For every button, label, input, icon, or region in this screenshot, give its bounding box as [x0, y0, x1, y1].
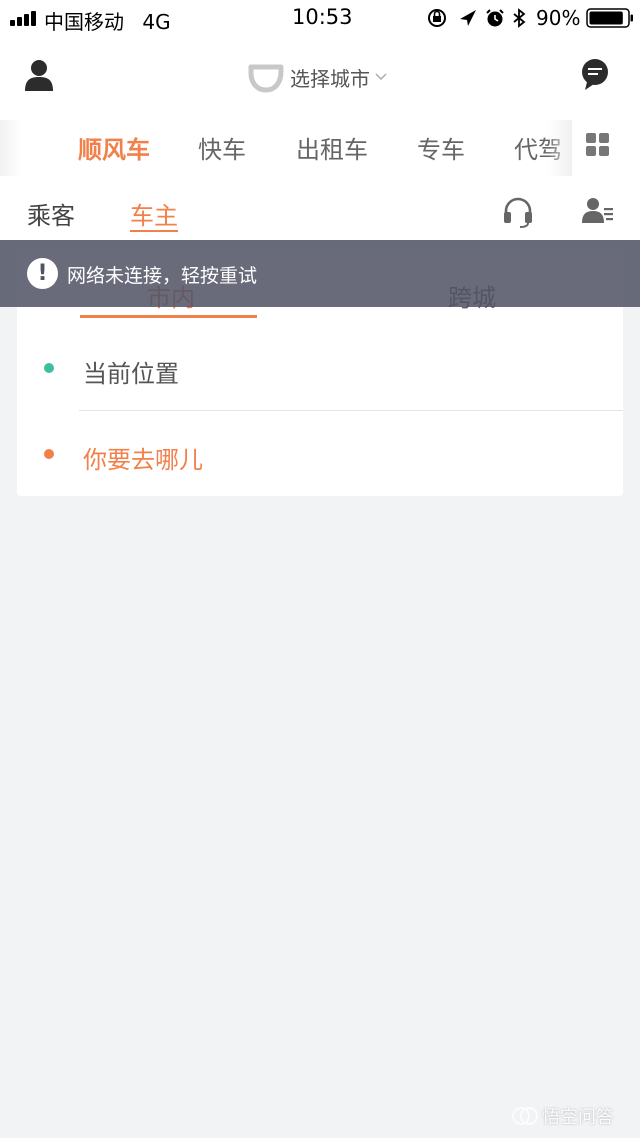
alarm-icon: [486, 9, 504, 27]
battery-percent: 90%: [536, 6, 581, 30]
tab-express[interactable]: 快车: [198, 130, 246, 165]
wukong-logo-icon: [512, 1107, 538, 1125]
battery-icon: [586, 8, 633, 28]
watermark-text: 悟空问答: [542, 1107, 614, 1128]
destination-row[interactable]: 你要去哪儿: [17, 424, 623, 484]
city-select-label: 选择城市: [290, 66, 370, 91]
chevron-down-icon: [375, 73, 387, 81]
grid-icon[interactable]: [586, 133, 610, 157]
network-error-message: 网络未连接，轻按重试: [67, 265, 258, 287]
card-tab-indicator: [80, 315, 257, 318]
destination-label: 你要去哪儿: [83, 446, 203, 474]
exclamation-icon: !: [27, 258, 58, 289]
driver-profile-icon[interactable]: [582, 196, 614, 226]
origin-row[interactable]: 当前位置: [17, 338, 623, 398]
role-tab-indicator: [130, 230, 178, 232]
bluetooth-icon: [513, 8, 526, 28]
tab-hitch-ride[interactable]: 顺风车: [78, 130, 150, 165]
destination-dot-icon: [44, 449, 54, 459]
tab-taxi[interactable]: 出租车: [296, 130, 368, 165]
orientation-lock-icon: [428, 9, 446, 27]
didi-logo-icon: [248, 64, 284, 93]
origin-label: 当前位置: [83, 360, 179, 388]
city-selector[interactable]: 选择城市: [248, 60, 388, 94]
signal-icon: [10, 10, 40, 26]
carrier-name: 中国移动: [44, 10, 124, 34]
origin-dot-icon: [44, 363, 54, 373]
tabs-fade-right: [548, 120, 572, 176]
tabs-fade-left: [0, 120, 22, 176]
tab-passenger[interactable]: 乘客: [27, 196, 75, 231]
status-icons: [428, 8, 526, 28]
tab-premier[interactable]: 专车: [417, 130, 465, 165]
service-tabs: 顺风车 快车 出租车 专车 代驾: [0, 120, 640, 176]
network-type: 4G: [142, 10, 171, 34]
card-divider: [79, 410, 623, 411]
status-bar: 中国移动 4G 10:53 90%: [0, 0, 640, 36]
location-arrow-icon: [460, 10, 476, 26]
watermark: 悟空问答: [512, 1102, 614, 1130]
tab-car-owner[interactable]: 车主: [130, 196, 178, 231]
headset-icon[interactable]: [502, 196, 534, 228]
message-icon[interactable]: [580, 58, 610, 92]
user-icon[interactable]: [24, 58, 54, 92]
network-error-banner[interactable]: ! 网络未连接，轻按重试: [0, 240, 640, 307]
carrier-label: 中国移动 4G: [44, 6, 171, 35]
clock: 10:53: [292, 5, 353, 29]
